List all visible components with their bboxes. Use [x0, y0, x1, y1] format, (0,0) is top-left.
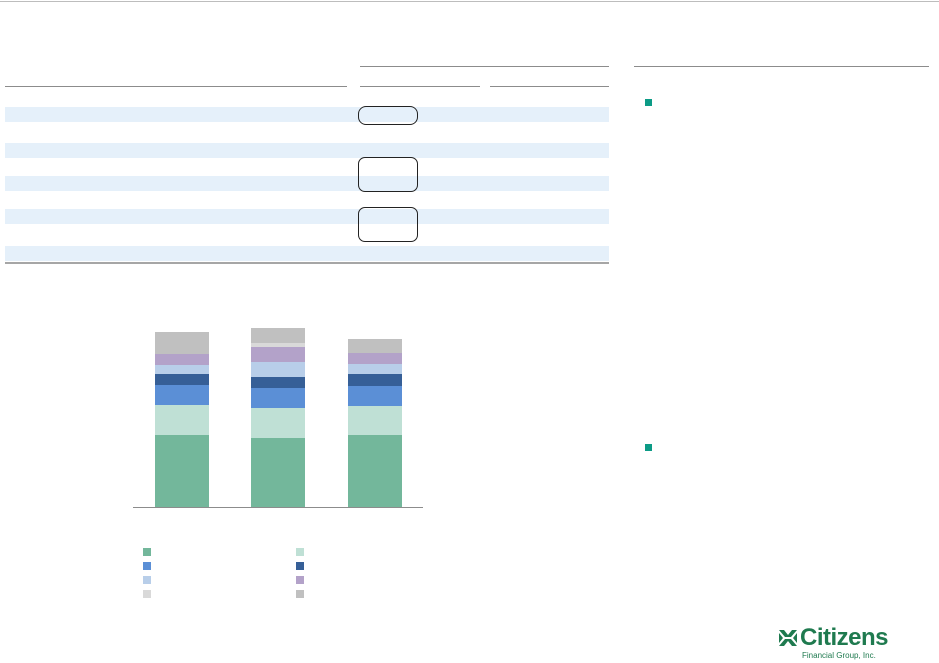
legend-swatch	[296, 562, 304, 570]
bar-segment-2-0	[348, 435, 402, 507]
logo-name: Citizens	[800, 624, 889, 651]
bullet-icon	[645, 99, 652, 106]
bar-segment-2-5	[348, 353, 402, 364]
bar-segment-2-2	[348, 386, 402, 406]
legend-swatch	[143, 548, 151, 556]
legend-swatch	[143, 562, 151, 570]
legend-swatch	[296, 590, 304, 598]
bar-segment-2-3	[348, 374, 402, 386]
bar-segment-1-7	[251, 328, 305, 343]
legend-swatch	[296, 576, 304, 584]
bar-segment-1-3	[251, 377, 305, 388]
bar-segment-0-4	[155, 365, 209, 374]
legend-swatch	[143, 590, 151, 598]
bar-segment-1-6	[251, 343, 305, 347]
bar-segment-0-1	[155, 405, 209, 435]
bar-segment-2-4	[348, 364, 402, 374]
bar-segment-1-2	[251, 388, 305, 408]
bar-segment-2-7	[348, 339, 402, 353]
bar-segment-0-5	[155, 354, 209, 365]
bar-segment-1-0	[251, 438, 305, 507]
bar-segment-1-5	[251, 347, 305, 362]
bar-segment-0-0	[155, 435, 209, 507]
bar-segment-0-2	[155, 385, 209, 405]
legend-swatch	[143, 576, 151, 584]
bullet-icon	[645, 444, 652, 451]
citizens-logo-icon	[779, 630, 797, 646]
bar-segment-0-7	[155, 332, 209, 354]
stacked-bar-chart	[133, 328, 423, 508]
bar-segment-1-4	[251, 362, 305, 377]
legend-swatch	[296, 548, 304, 556]
commentary-header-line	[634, 66, 929, 67]
bar-segment-1-1	[251, 408, 305, 438]
bar-segment-2-1	[348, 406, 402, 435]
logo-subtitle: Financial Group, Inc.	[802, 651, 876, 660]
bar-segment-0-3	[155, 374, 209, 385]
